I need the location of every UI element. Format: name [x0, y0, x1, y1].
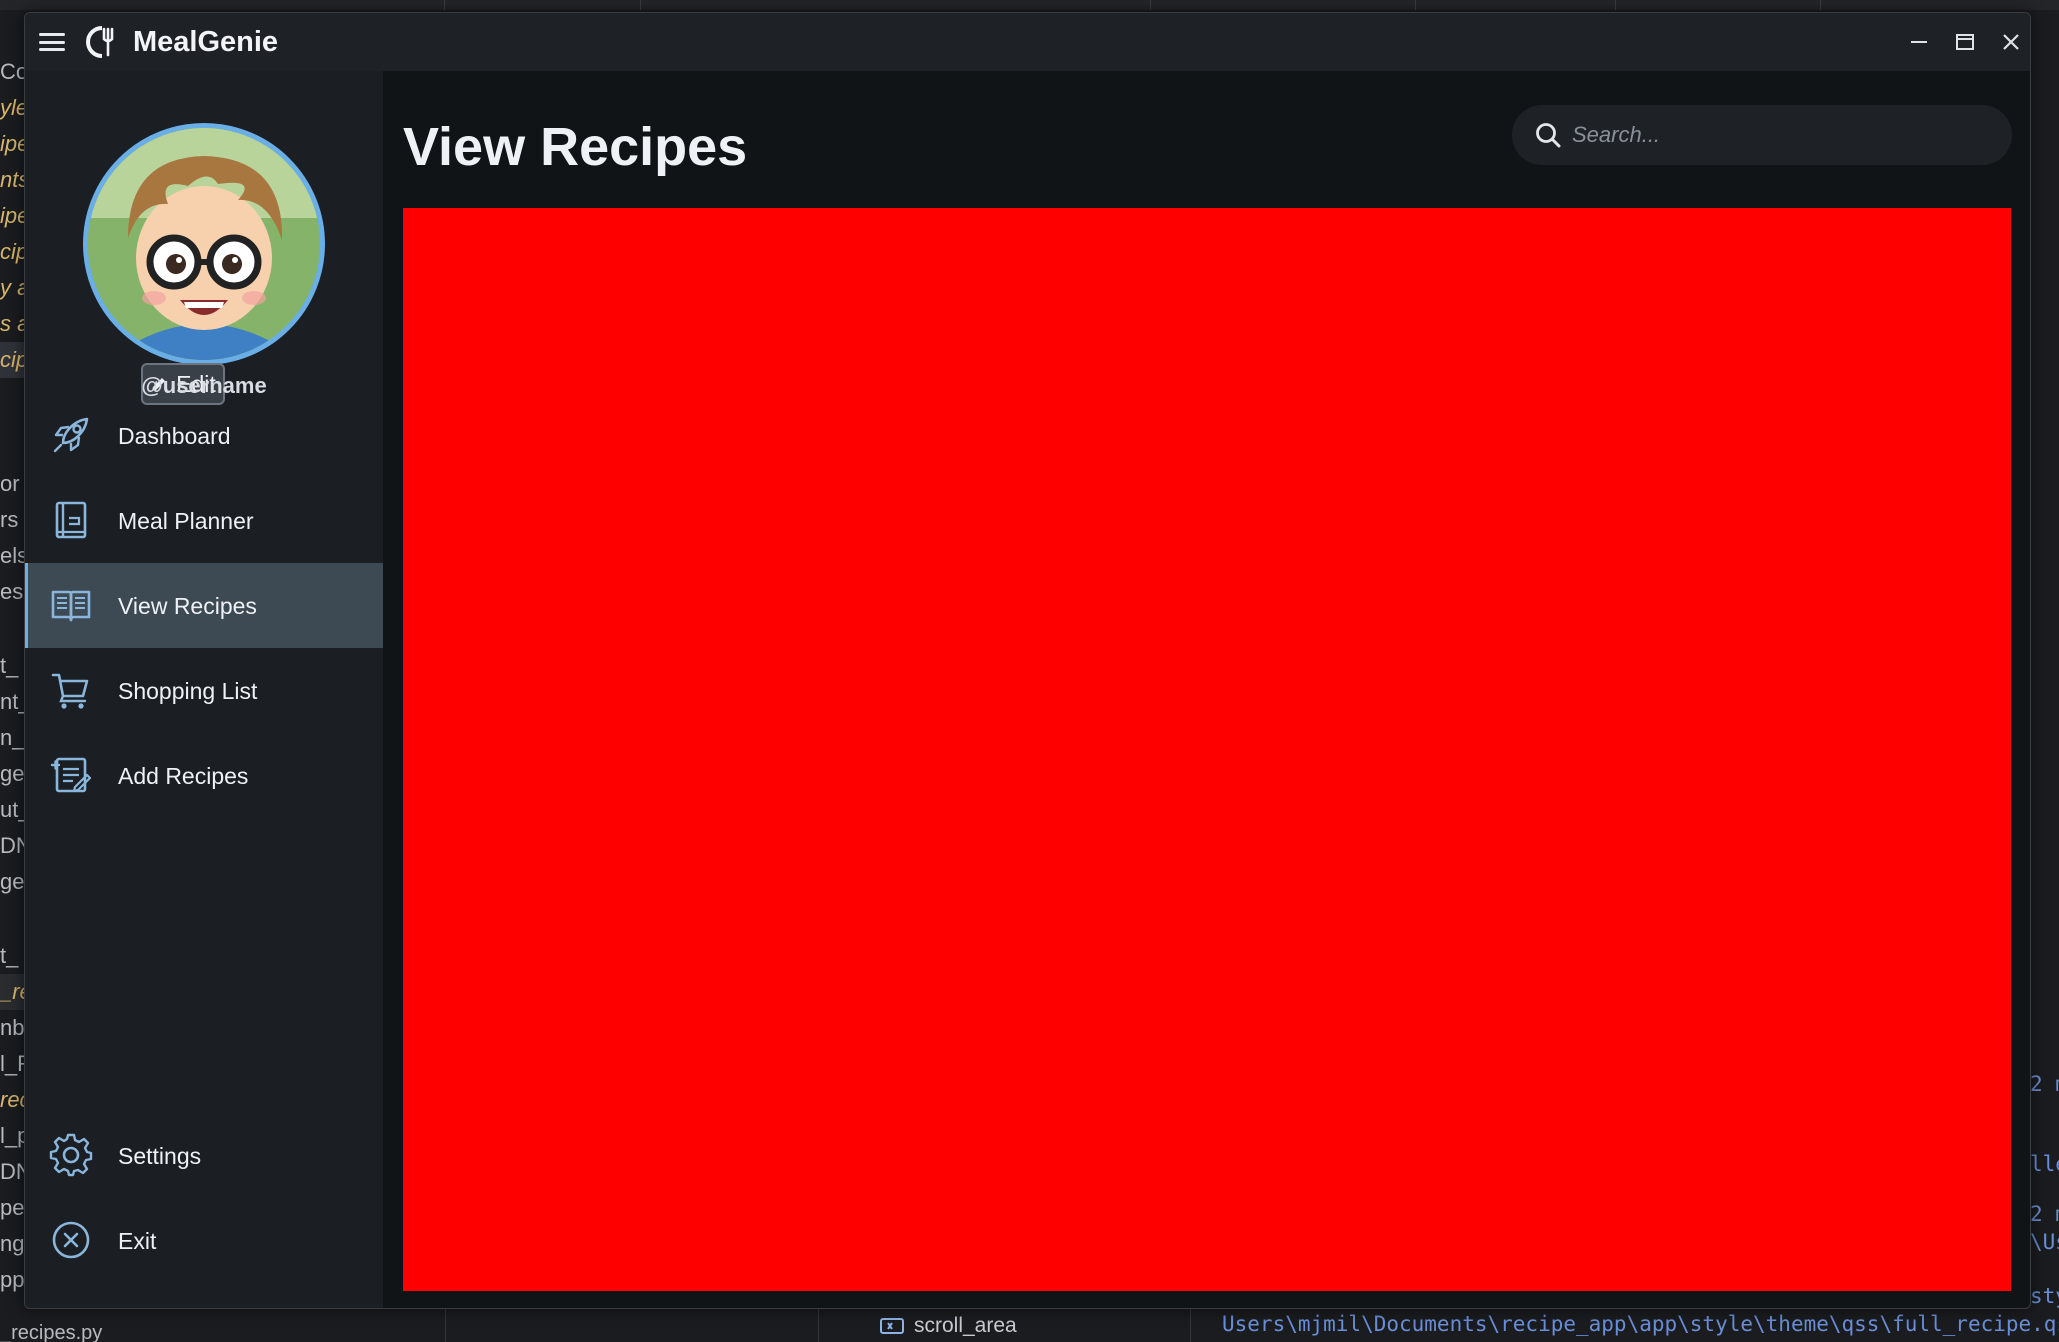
editor-fragment: DN: [0, 1159, 26, 1184]
nav-item-add-recipes[interactable]: Add Recipes: [25, 733, 383, 818]
nav-item-label: View Recipes: [118, 593, 257, 619]
editor-fragment: Co: [0, 59, 26, 84]
editor-fragment: cip: [0, 342, 26, 378]
hamburger-menu-icon[interactable]: [39, 30, 65, 54]
editor-fragment: ppi: [0, 1267, 26, 1292]
title-bar[interactable]: MealGenie: [25, 13, 2030, 71]
rocket-icon: [53, 417, 89, 453]
editor-file-path: Users\mjmil\Documents\recipe_app\app\sty…: [1222, 1312, 2059, 1336]
nav-item-label: Meal Planner: [118, 508, 254, 534]
editor-fragment: DN: [0, 833, 26, 858]
editor-fragment: _re: [0, 974, 26, 1010]
nav-item-label: Add Recipes: [118, 763, 249, 789]
nav-item-shopping-list[interactable]: Shopping List: [25, 648, 383, 733]
editor-fragment: n_u: [0, 725, 26, 750]
app-title: MealGenie: [133, 26, 279, 58]
editor-fragment: or: [0, 471, 20, 496]
avatar-cartoon-boy-icon: [88, 128, 320, 360]
nav-item-label: Dashboard: [118, 423, 231, 449]
nav-item-label: Shopping List: [118, 678, 258, 704]
maximize-icon[interactable]: [1954, 31, 1976, 53]
editor-fragment: t_: [0, 943, 19, 968]
editor-output-fragments: 2 m lle 2 m \Us sty: [2030, 52, 2059, 1342]
avatar[interactable]: [83, 123, 325, 365]
app-window: MealGenie Edit @username Dashboard Meal …: [24, 12, 2031, 1309]
editor-fragment: l_R: [0, 1051, 26, 1076]
editor-fragment: rec: [0, 1087, 26, 1112]
editor-fragment: nts: [0, 167, 26, 192]
editor-fragment: yle: [0, 95, 26, 120]
symbol-variable-icon: [880, 1318, 904, 1334]
editor-fragment: nbo: [0, 1015, 26, 1040]
editor-symbol-label: scroll_area: [914, 1314, 1017, 1337]
search-box[interactable]: [1512, 105, 2012, 165]
close-icon[interactable]: [2000, 31, 2022, 53]
editor-file-name[interactable]: _recipes.py: [0, 1322, 102, 1342]
editor-fragment: ipe: [0, 203, 26, 228]
editor-fragment: rs: [0, 507, 19, 532]
search-input[interactable]: [1572, 105, 1992, 165]
editor-output-fragment: sty: [2030, 1284, 2059, 1308]
editor-file-list-fragments: Co yle ipe nts ipe cip y a s a cip or rs…: [0, 52, 26, 1342]
editor-fragment: s a: [0, 311, 26, 336]
nav-item-exit[interactable]: Exit: [25, 1198, 383, 1283]
editor-fragment: ge_: [0, 761, 26, 786]
app-logo-icon: [86, 26, 114, 58]
editor-fragment: es: [0, 579, 24, 604]
editor-fragment: y a: [0, 275, 26, 300]
editor-fragment: ipe: [0, 131, 26, 156]
editor-symbol-tab[interactable]: scroll_area: [880, 1314, 1017, 1338]
add-recipe-icon: [50, 757, 92, 793]
page-title: View Recipes: [403, 117, 748, 177]
editor-output-fragment: 2 m: [2030, 1202, 2059, 1226]
minimize-icon[interactable]: [1908, 31, 1930, 53]
open-book-icon: [51, 590, 91, 622]
nav-item-meal-planner[interactable]: Meal Planner: [25, 478, 383, 563]
editor-top-strip: [0, 0, 2059, 10]
editor-fragment: pe_: [0, 1195, 26, 1220]
cart-icon: [51, 673, 89, 709]
nav-item-label: Settings: [118, 1143, 202, 1169]
editor-output-fragment: \Us: [2030, 1230, 2059, 1254]
editor-fragment: ut_: [0, 797, 26, 822]
editor-fragment: cip: [0, 239, 26, 264]
editor-fragment: ng: [0, 1231, 25, 1256]
editor-fragment: nt_: [0, 689, 26, 714]
editor-fragment: t_: [0, 653, 19, 678]
editor-output-fragment: 2 m: [2030, 1072, 2059, 1096]
nav-item-dashboard[interactable]: Dashboard: [25, 393, 383, 478]
recipes-scroll-area[interactable]: [403, 208, 2011, 1291]
avatar-container: Edit: [83, 123, 325, 405]
editor-fragment: els: [0, 543, 26, 568]
nav-item-view-recipes[interactable]: View Recipes: [25, 563, 383, 648]
nav-item-settings[interactable]: Settings: [25, 1113, 383, 1198]
sidebar: Edit @username Dashboard Meal Planner Vi…: [25, 71, 383, 1308]
editor-output-fragment: lle: [2030, 1152, 2059, 1176]
editor-fragment: l_p: [0, 1123, 26, 1148]
planner-book-icon: [55, 501, 87, 539]
nav-item-label: Exit: [118, 1228, 157, 1254]
exit-circle-x-icon: [52, 1221, 90, 1259]
editor-fragment: get: [0, 869, 26, 894]
gear-icon: [49, 1133, 93, 1177]
search-icon: [1536, 123, 1561, 148]
